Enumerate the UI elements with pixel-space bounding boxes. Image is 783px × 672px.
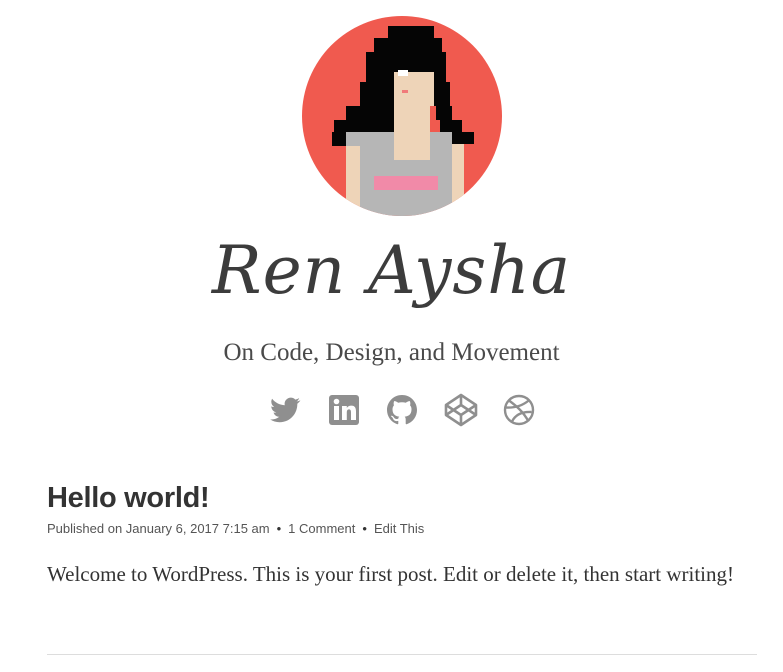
- post: Hello world! Published on January 6, 201…: [47, 478, 757, 612]
- post-content: Welcome to WordPress. This is your first…: [47, 562, 734, 586]
- pixel-avatar-image: [302, 16, 502, 216]
- linkedin-link[interactable]: [326, 392, 362, 428]
- site-tagline: On Code, Design, and Movement: [223, 339, 560, 366]
- dribbble-icon: [503, 394, 535, 426]
- post-meta: Published on January 6, 2017 7:15 am • 1 C…: [47, 520, 757, 538]
- github-icon: [387, 395, 417, 425]
- social-links: [267, 392, 537, 428]
- avatar[interactable]: [302, 16, 502, 216]
- codepen-icon: [444, 393, 477, 427]
- post-title[interactable]: Hello world!: [47, 478, 757, 518]
- published-date: Published on January 6, 2017 7:15 am: [47, 521, 270, 536]
- comments-link[interactable]: 1 Comment: [288, 521, 355, 536]
- linkedin-icon: [328, 395, 359, 425]
- post-divider: [47, 654, 757, 655]
- dribbble-link[interactable]: [501, 392, 537, 428]
- github-link[interactable]: [384, 392, 420, 428]
- twitter-link[interactable]: [267, 392, 303, 428]
- twitter-icon: [270, 397, 301, 423]
- codepen-link[interactable]: [443, 392, 479, 428]
- site-title[interactable]: Ren Aysha: [0, 226, 783, 316]
- meta-separator: •: [276, 521, 282, 536]
- edit-link[interactable]: Edit This: [374, 521, 424, 536]
- meta-separator: •: [362, 521, 367, 536]
